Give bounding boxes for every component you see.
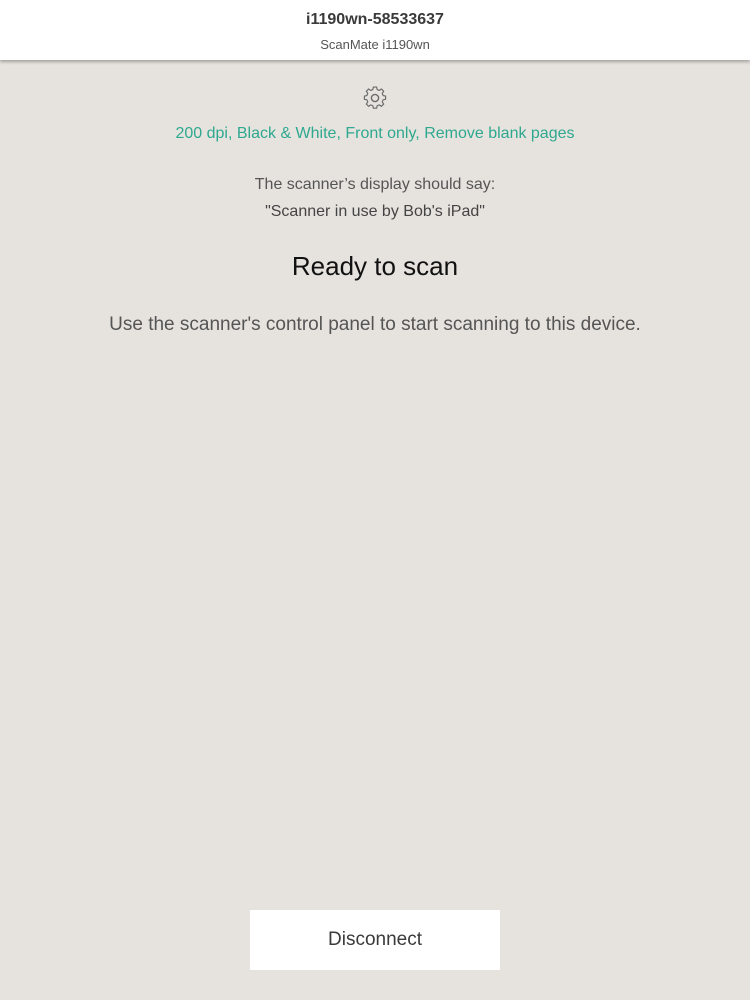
gear-icon [361, 84, 389, 112]
scanner-display-note: The scanner’s display should say: [254, 176, 496, 193]
top-header: i1190wn-58533637 ScanMate i1190wn [0, 0, 750, 60]
scanner-display-message: "Scanner in use by Bob's iPad" [265, 203, 485, 220]
device-model: ScanMate i1190wn [320, 37, 430, 52]
scan-instruction: Use the scanner's control panel to start… [109, 314, 641, 335]
scan-settings-summary[interactable]: 200 dpi, Black & White, Front only, Remo… [0, 124, 750, 144]
device-name: i1190wn-58533637 [306, 11, 444, 28]
scan-panel: 200 dpi, Black & White, Front only, Remo… [0, 60, 750, 1000]
settings-button[interactable] [361, 84, 389, 112]
disconnect-button[interactable]: Disconnect [250, 910, 500, 970]
status-title: Ready to scan [291, 251, 459, 281]
